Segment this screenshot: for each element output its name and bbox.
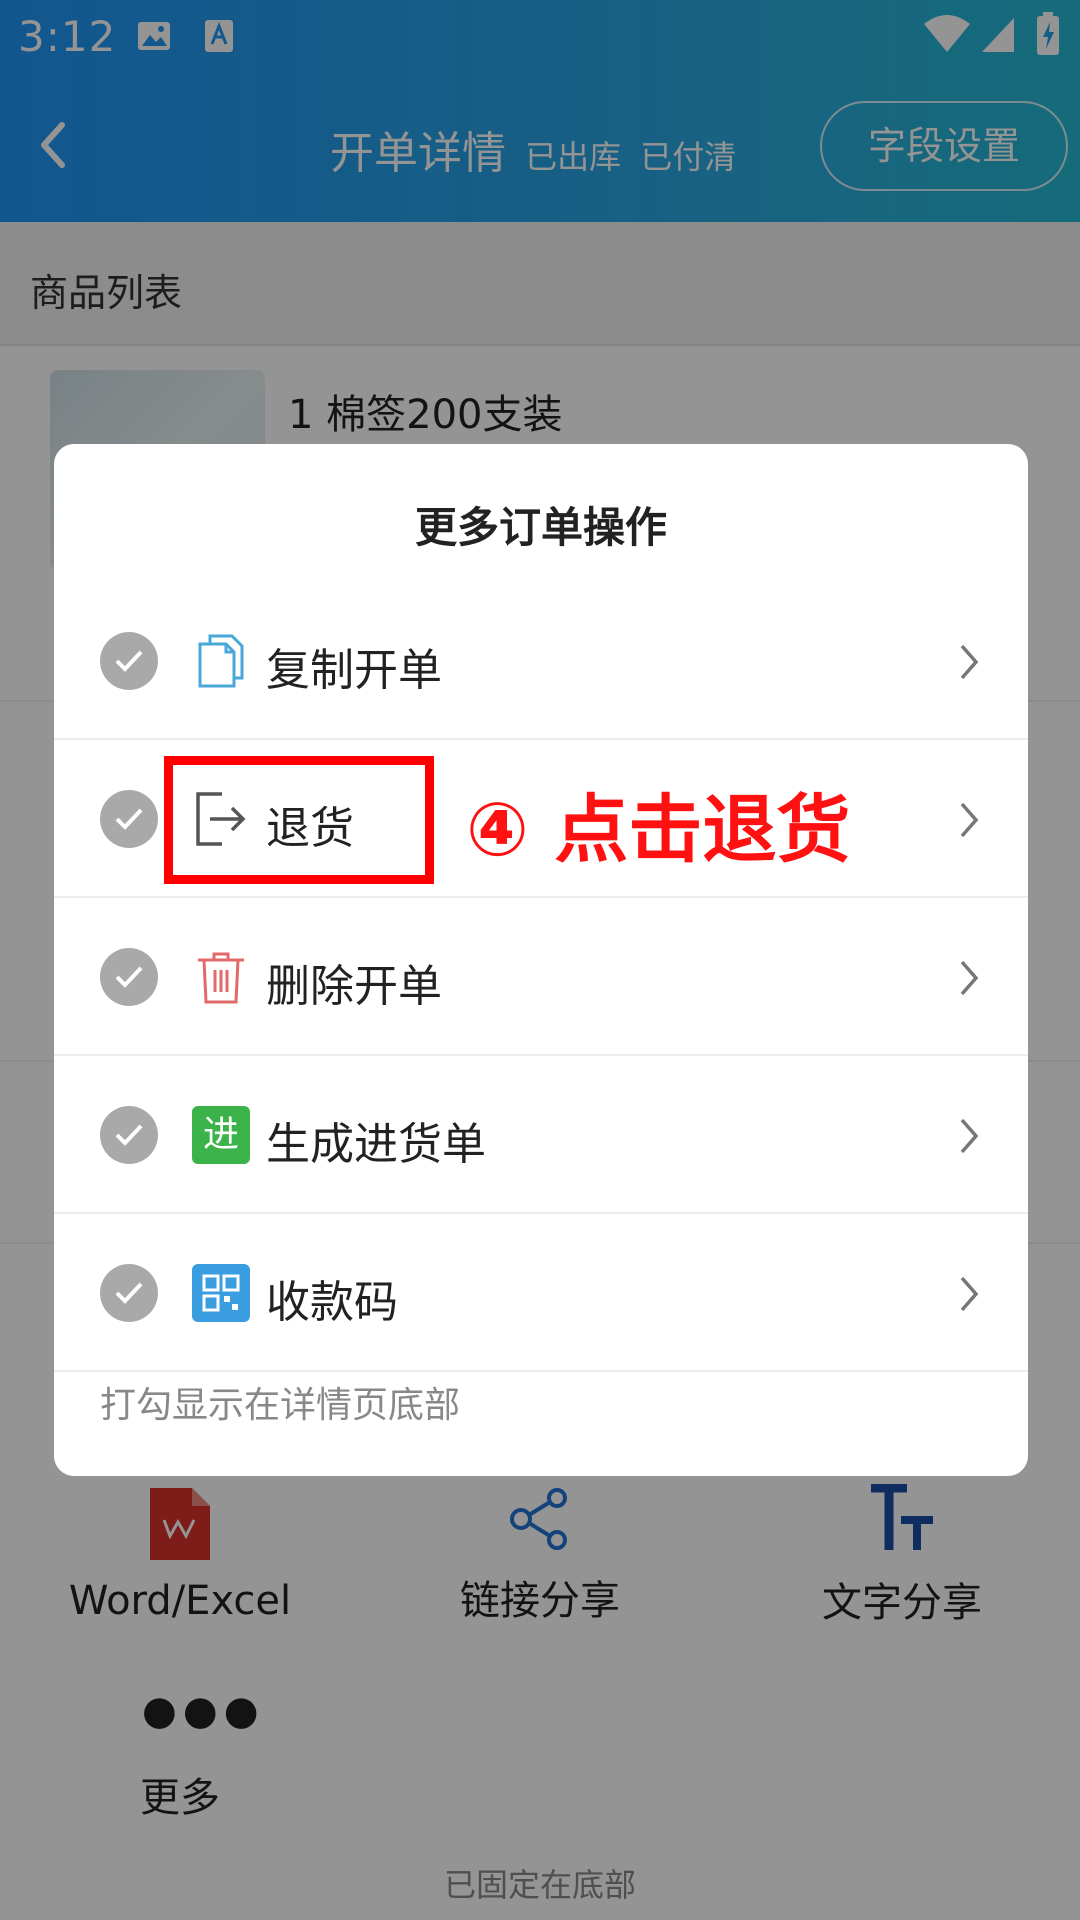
chevron-right-icon xyxy=(954,796,984,844)
trash-icon xyxy=(192,948,250,1006)
check-icon[interactable] xyxy=(100,790,158,848)
check-icon[interactable] xyxy=(100,948,158,1006)
op-generate-purchase[interactable]: 进 生成进货单 xyxy=(54,1056,1028,1214)
tutorial-callout-text: ④ 点击退货 xyxy=(466,787,851,873)
op-generate-purchase-label: 生成进货单 xyxy=(266,1119,486,1170)
op-payment-code-label: 收款码 xyxy=(266,1277,398,1328)
chevron-right-icon xyxy=(954,638,984,686)
tutorial-highlight-box xyxy=(164,756,434,884)
check-icon[interactable] xyxy=(100,1264,158,1322)
modal-hint: 打勾显示在详情页底部 xyxy=(100,1385,461,1426)
copy-document-icon xyxy=(192,632,250,690)
modal-title: 更多订单操作 xyxy=(414,503,667,552)
op-delete-order[interactable]: 删除开单 xyxy=(54,898,1028,1056)
chevron-right-icon xyxy=(954,1270,984,1318)
chevron-right-icon xyxy=(954,954,984,1002)
check-icon[interactable] xyxy=(100,1106,158,1164)
check-icon[interactable] xyxy=(100,632,158,690)
order-actions-modal: 更多订单操作 复制开单 退货 删除开单 进 生成进货单 收款码 打勾显示在详情页… xyxy=(54,444,1028,1476)
chevron-right-icon xyxy=(954,1112,984,1160)
purchase-badge-icon: 进 xyxy=(192,1106,250,1164)
op-delete-order-label: 删除开单 xyxy=(266,961,442,1012)
qr-code-icon xyxy=(192,1264,250,1322)
op-copy-order[interactable]: 复制开单 xyxy=(54,582,1028,740)
op-copy-order-label: 复制开单 xyxy=(266,645,442,696)
purchase-badge-text: 进 xyxy=(202,1114,239,1155)
op-payment-code[interactable]: 收款码 xyxy=(54,1214,1028,1372)
